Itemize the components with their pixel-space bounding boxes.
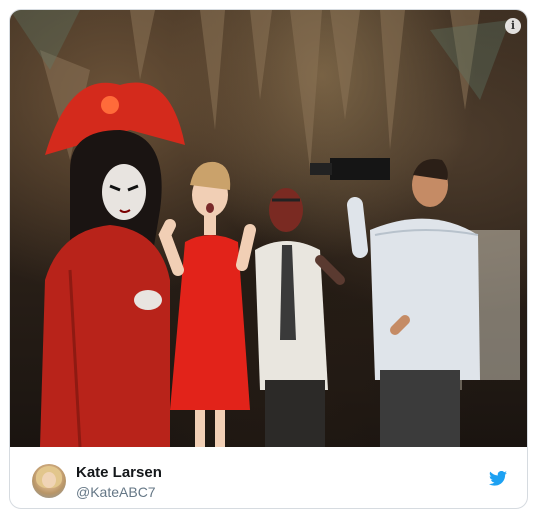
tweet-photo[interactable]: i	[10, 10, 527, 447]
twitter-bird-icon[interactable]	[489, 471, 507, 486]
info-icon[interactable]: i	[505, 18, 521, 34]
author-name[interactable]: Kate Larsen	[76, 464, 162, 481]
tweet-author-footer: Kate Larsen @KateABC7	[10, 447, 527, 508]
avatar[interactable]	[32, 464, 66, 498]
author-handle[interactable]: @KateABC7	[76, 484, 156, 500]
avatar-face	[42, 472, 56, 488]
photo-scene	[10, 10, 520, 447]
tweet-card[interactable]: i Kate Larsen @KateABC7	[9, 9, 528, 509]
